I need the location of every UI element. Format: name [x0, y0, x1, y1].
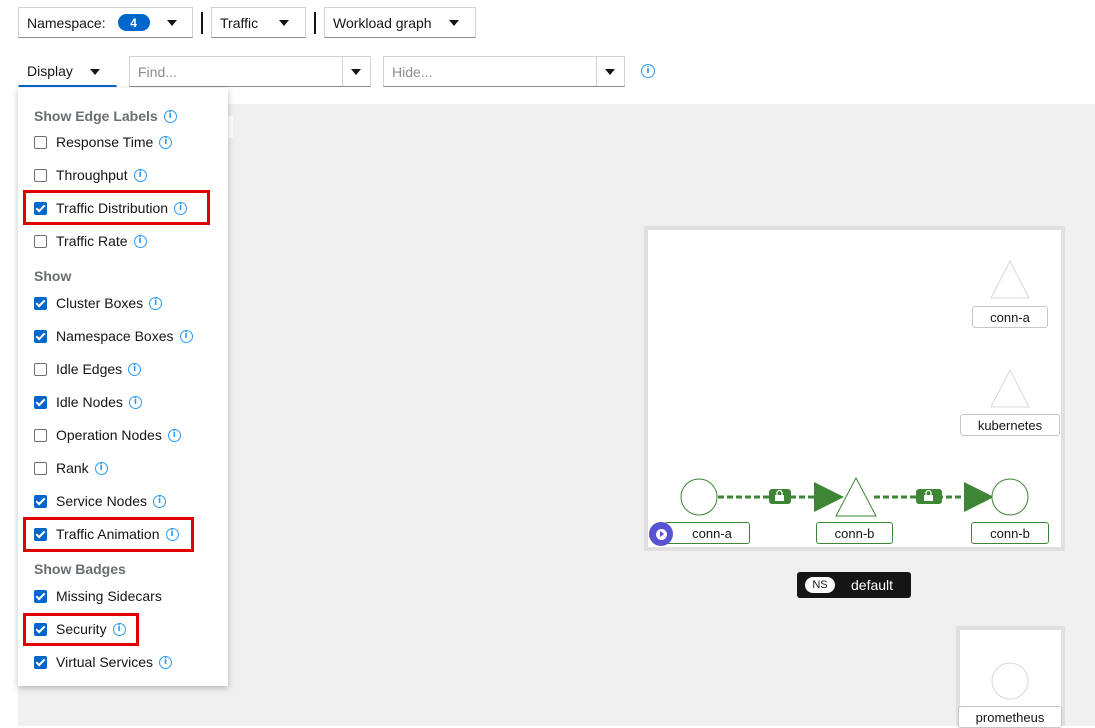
info-icon[interactable]: i: [128, 395, 142, 409]
option-label: Idle Edges: [56, 361, 123, 377]
option-namespace-boxes[interactable]: Namespace Boxes i: [34, 326, 193, 346]
display-menu: Show Edge Labels i Response Time i Throu…: [18, 88, 228, 686]
option-label: Rank: [56, 460, 89, 476]
lock-icon: [916, 489, 942, 504]
node-label-conn-b-right[interactable]: conn-b: [971, 522, 1049, 544]
option-missing-sidecars[interactable]: Missing Sidecars: [34, 586, 162, 606]
ns-pill: NS: [805, 577, 835, 593]
conn-b-right-node-circle: [991, 478, 1029, 516]
checkbox[interactable]: [34, 362, 47, 376]
option-traffic-rate[interactable]: Traffic Rate i: [34, 231, 147, 251]
info-icon[interactable]: i: [149, 296, 163, 310]
option-label: Missing Sidecars: [56, 588, 162, 604]
option-service-nodes[interactable]: Service Nodes i: [34, 491, 167, 511]
option-label: Service Nodes: [56, 493, 148, 509]
option-label: Namespace Boxes: [56, 328, 174, 344]
option-rank[interactable]: Rank i: [34, 458, 108, 478]
option-virtual-services[interactable]: Virtual Services i: [34, 652, 173, 672]
info-icon[interactable]: i: [133, 234, 147, 248]
node-label-conn-b[interactable]: conn-b: [816, 522, 893, 544]
option-label: Throughput: [56, 167, 128, 183]
info-icon[interactable]: i: [163, 109, 177, 123]
edge-labels-heading: Show Edge Labels i: [34, 108, 177, 124]
option-label: Idle Nodes: [56, 394, 123, 410]
option-response-time[interactable]: Response Time i: [34, 132, 173, 152]
info-icon[interactable]: i: [159, 655, 173, 669]
highlight-traffic-animation: [23, 517, 194, 552]
show-heading: Show: [34, 268, 72, 284]
option-label: Operation Nodes: [56, 427, 162, 443]
highlight-traffic-distribution: [23, 190, 210, 225]
highlight-security: [23, 613, 139, 646]
option-idle-edges[interactable]: Idle Edges i: [34, 359, 142, 379]
info-icon[interactable]: i: [179, 329, 193, 343]
info-icon[interactable]: i: [167, 428, 181, 442]
checkbox-checked[interactable]: [34, 494, 47, 508]
checkbox-checked[interactable]: [34, 395, 47, 409]
info-icon[interactable]: i: [159, 135, 173, 149]
badges-heading: Show Badges: [34, 561, 126, 577]
namespace-tag[interactable]: NS default: [797, 572, 911, 598]
checkbox-checked[interactable]: [34, 296, 47, 310]
namespace-name: default: [851, 577, 894, 593]
option-label: Virtual Services: [56, 654, 154, 670]
info-icon[interactable]: i: [133, 168, 147, 182]
checkbox-checked[interactable]: [34, 655, 47, 669]
option-cluster-boxes[interactable]: Cluster Boxes i: [34, 293, 163, 313]
checkbox[interactable]: [34, 168, 47, 182]
prometheus-node-circle: [991, 662, 1029, 700]
option-label: Traffic Rate: [56, 233, 128, 249]
checkbox-checked[interactable]: [34, 329, 47, 343]
info-icon[interactable]: i: [94, 461, 108, 475]
node-label-prometheus[interactable]: prometheus: [958, 706, 1062, 728]
node-label-conn-a[interactable]: conn-a: [664, 522, 750, 544]
option-label: Response Time: [56, 134, 154, 150]
option-throughput[interactable]: Throughput i: [34, 165, 147, 185]
option-label: Cluster Boxes: [56, 295, 144, 311]
conn-a-node-circle: [680, 478, 718, 516]
checkbox-checked[interactable]: [34, 589, 47, 603]
workload-entry-icon: [649, 522, 673, 546]
edge-labels-heading-text: Show Edge Labels: [34, 108, 158, 124]
node-label-kubernetes[interactable]: kubernetes: [960, 414, 1060, 436]
lock-icon: [769, 489, 791, 504]
node-label-conn-a-top[interactable]: conn-a: [972, 306, 1048, 328]
option-idle-nodes[interactable]: Idle Nodes i: [34, 392, 142, 412]
option-operation-nodes[interactable]: Operation Nodes i: [34, 425, 181, 445]
checkbox[interactable]: [34, 135, 47, 149]
info-icon[interactable]: i: [128, 362, 142, 376]
checkbox[interactable]: [34, 234, 47, 248]
checkbox[interactable]: [34, 461, 47, 475]
info-icon[interactable]: i: [153, 494, 167, 508]
checkbox[interactable]: [34, 428, 47, 442]
